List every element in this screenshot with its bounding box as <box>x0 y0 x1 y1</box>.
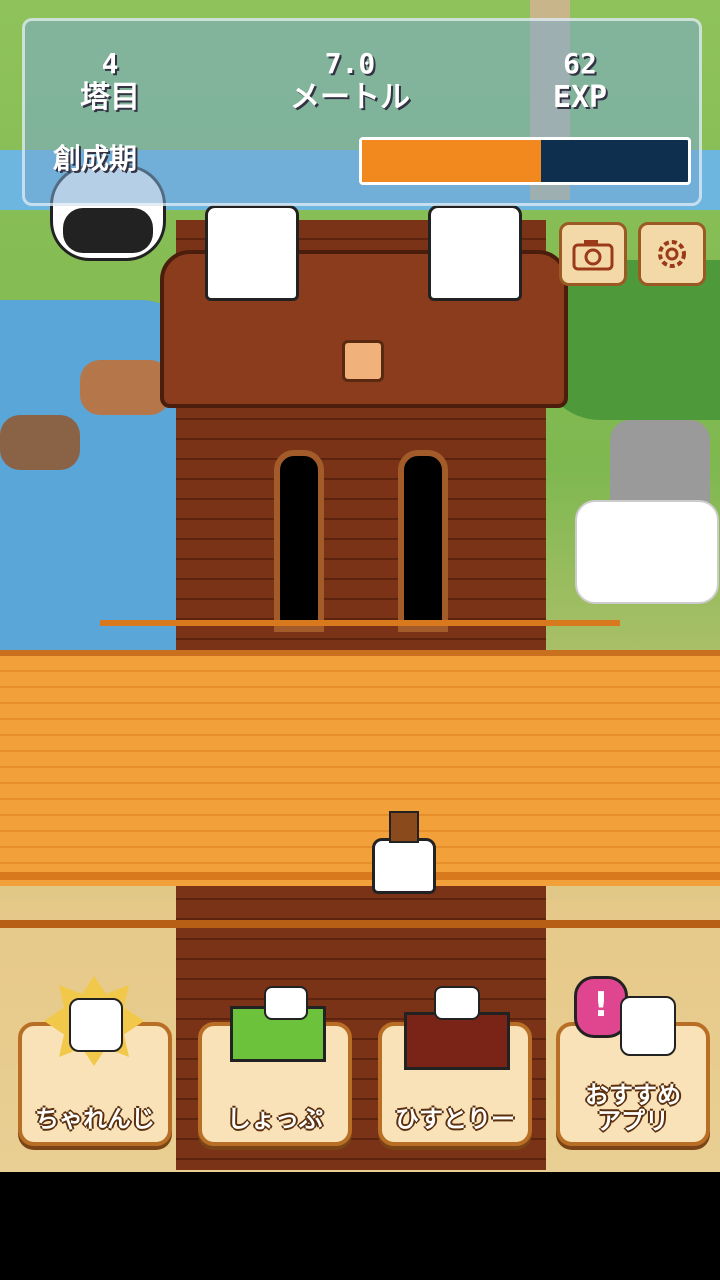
settings-button[interactable] <box>638 222 706 286</box>
progress-fill <box>362 140 542 182</box>
wooden-deck <box>0 650 720 886</box>
gear-icon <box>658 240 686 268</box>
llama-sprite <box>575 500 719 604</box>
era-label: 創成期 <box>53 142 138 175</box>
status-panel: 4 塔目 7.0 メートル 62 EXP 創成期 <box>22 18 702 206</box>
duck-sprite <box>80 360 170 415</box>
camera-button[interactable] <box>559 222 627 286</box>
height-stat: 7.0 メートル <box>265 47 435 115</box>
challenge-button[interactable]: ちゃれんじ <box>18 976 172 1146</box>
progress-bar <box>359 137 691 185</box>
shop-button[interactable]: しょっぷ <box>198 986 352 1146</box>
tower-window <box>398 450 448 632</box>
recommended-apps-button[interactable]: ! おすすめ アプリ <box>556 976 710 1146</box>
shopping-cart-cat-icon <box>224 986 326 1076</box>
game-scene[interactable]: 4 塔目 7.0 メートル 62 EXP 創成期 ちゃれんじ しょっぷ ひすとり… <box>0 0 720 1172</box>
book-cat-icon <box>404 986 510 1076</box>
player-cat-sprite[interactable] <box>372 811 436 894</box>
height-label: メートル <box>290 80 410 115</box>
challenge-label: ちゃれんじ <box>35 1105 155 1133</box>
height-value: 7.0 <box>324 47 376 80</box>
exp-value: 62 <box>563 47 597 80</box>
cat-sprite <box>205 205 299 301</box>
history-label: ひすとりー <box>395 1105 515 1133</box>
recommended-apps-label: おすすめ アプリ <box>585 1081 681 1135</box>
floor-label: 塔目 <box>80 80 140 115</box>
floor-stat: 4 塔目 <box>65 47 155 115</box>
shop-label: しょっぷ <box>227 1105 323 1133</box>
exclamation-cat-icon: ! <box>574 976 676 1066</box>
exp-stat: 62 EXP <box>535 47 625 115</box>
deck-front-rail <box>0 872 720 928</box>
floor-value: 4 <box>101 47 119 80</box>
history-button[interactable]: ひすとりー <box>378 986 532 1146</box>
cat-sprite <box>428 205 522 301</box>
tower-emblem <box>342 340 384 382</box>
sun-cat-icon <box>44 976 144 1066</box>
exp-label: EXP <box>552 80 608 115</box>
tower-window <box>274 450 324 632</box>
camera-icon <box>572 240 614 271</box>
duck-sprite <box>0 415 80 470</box>
